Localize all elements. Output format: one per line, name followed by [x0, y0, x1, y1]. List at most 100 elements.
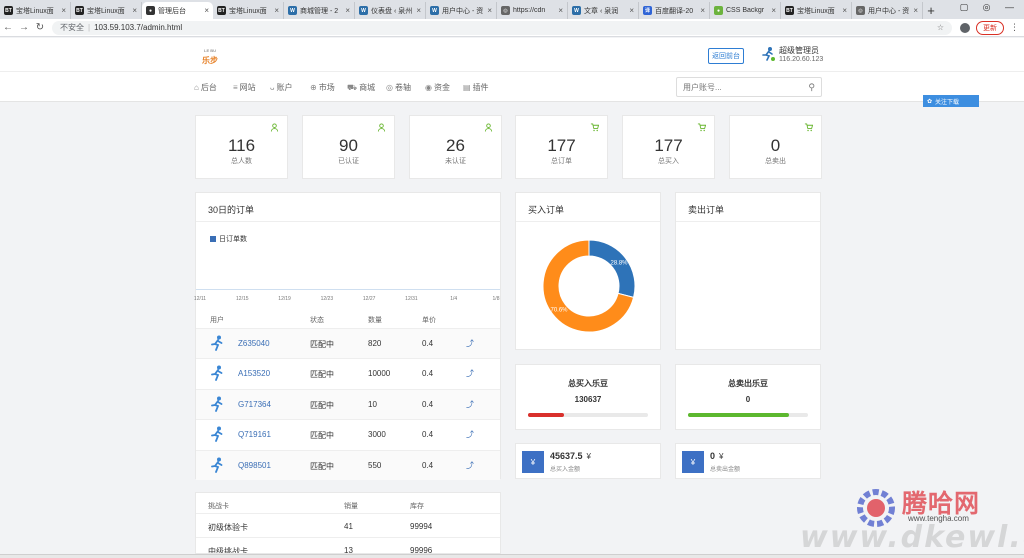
order-action-icon[interactable]: ⤴: [466, 368, 474, 379]
tab-title: 用户中心 - 资: [868, 7, 910, 15]
browser-tab[interactable]: ◎ 用户中心 - 资 ×: [852, 2, 923, 19]
table-row[interactable]: A153520 匹配中 10000 0.4 ⤴: [196, 358, 500, 388]
nav-item[interactable]: ◎ 卷轴: [386, 82, 411, 93]
tab-close-icon[interactable]: ×: [487, 6, 492, 15]
x-tick-label: 12/23: [320, 296, 334, 302]
browser-tab[interactable]: W 仪表盘 ‹ 泉州 ×: [355, 2, 426, 19]
order-action-icon[interactable]: ⤴: [466, 460, 474, 471]
user-search[interactable]: ⚲: [676, 77, 822, 97]
update-button[interactable]: 更新: [976, 20, 1004, 35]
back-icon[interactable]: ←: [0, 22, 16, 33]
order-user-link[interactable]: A153520: [238, 369, 270, 378]
tab-close-icon[interactable]: ×: [913, 6, 918, 15]
tab-favicon-icon: ◎: [501, 6, 510, 15]
challenge-row[interactable]: 初级体验卡 41 99994: [196, 513, 500, 537]
tab-close-icon[interactable]: ×: [132, 6, 137, 15]
menu-icon[interactable]: ⋮: [1010, 22, 1019, 33]
browser-tab[interactable]: ● CSS Backgr ×: [710, 2, 781, 19]
site-logo[interactable]: LE BU 乐步: [200, 46, 220, 66]
stat-value: 177: [654, 136, 683, 155]
tab-close-icon[interactable]: ×: [771, 6, 776, 15]
order-action-icon[interactable]: ⤴: [466, 399, 474, 410]
stat-label: 总人数: [231, 158, 252, 165]
tab-close-icon[interactable]: ×: [416, 6, 421, 15]
browser-tab[interactable]: ● 管理后台 ×: [142, 2, 213, 19]
cart-icon: [804, 123, 814, 134]
tab-close-icon[interactable]: ×: [558, 6, 563, 15]
order-user-link[interactable]: Z635040: [238, 339, 270, 348]
stat-card[interactable]: 0 总卖出: [729, 115, 822, 179]
x-tick-label: 12/15: [236, 296, 249, 302]
nav-item[interactable]: ⛟ 商城: [347, 82, 375, 93]
url-text[interactable]: 103.59.103.7/admin.html: [94, 23, 182, 32]
stat-card[interactable]: 177 总订单: [515, 115, 608, 179]
browser-tab[interactable]: W 用户中心 - 资 ×: [426, 2, 497, 19]
stat-card[interactable]: 90 已认证: [302, 115, 395, 179]
user-search-input[interactable]: [683, 82, 803, 92]
table-row[interactable]: Z635040 匹配中 820 0.4 ⤴: [196, 328, 500, 358]
tab-close-icon[interactable]: ×: [204, 6, 209, 15]
tab-close-icon[interactable]: ×: [345, 6, 350, 15]
col-card: 挑战卡: [208, 503, 229, 510]
stat-card[interactable]: 26 未认证: [409, 115, 502, 179]
browser-tab[interactable]: BT 宝塔Linux面 ×: [71, 2, 142, 19]
nav-icon: ◉: [425, 83, 432, 92]
browser-tab[interactable]: BT 宝塔Linux面 ×: [781, 2, 852, 19]
tab-close-icon[interactable]: ×: [842, 6, 847, 15]
nav-item[interactable]: ▤ 插件: [463, 82, 489, 93]
insecure-indicator[interactable]: 不安全: [60, 22, 84, 33]
table-row[interactable]: Q898501 匹配中 550 0.4 ⤴: [196, 449, 500, 480]
browser-tab[interactable]: W 商城管理 - 2 ×: [284, 2, 355, 19]
runner-icon: [210, 396, 224, 412]
bookmark-star-icon[interactable]: ☆: [937, 23, 944, 32]
tab-title: 管理后台: [158, 7, 186, 15]
tab-title: 商城管理 - 2: [300, 7, 339, 15]
nav-item[interactable]: ◉ 资金: [425, 82, 450, 93]
forward-icon[interactable]: →: [16, 22, 32, 33]
tab-favicon-icon: ●: [714, 6, 723, 15]
stat-card[interactable]: 116 总人数: [195, 115, 288, 179]
x-tick-label: 12/11: [193, 296, 207, 302]
browser-tab[interactable]: ◎ https://cdn ×: [497, 2, 568, 19]
tab-favicon-icon: ◎: [856, 6, 865, 15]
total-buy-card: 总买入乐豆 130637: [515, 364, 661, 430]
challenge-row[interactable]: 中级挑战卡 13 99996: [196, 537, 500, 553]
order-user-link[interactable]: Q719161: [238, 430, 271, 439]
tab-close-icon[interactable]: ×: [61, 6, 66, 15]
nav-item[interactable]: ⊕ 市场: [310, 82, 335, 93]
reload-icon[interactable]: ↻: [32, 22, 48, 33]
browser-tab[interactable]: 译百度翻译-20 ×: [639, 2, 710, 19]
x-tick-label: 12/19: [278, 296, 291, 302]
total-sell-progress: [688, 413, 808, 417]
tab-close-icon[interactable]: ×: [700, 6, 705, 15]
nav-item[interactable]: ≡ 网站: [233, 82, 256, 93]
stat-label: 未认证: [445, 158, 466, 165]
tab-close-icon[interactable]: ×: [629, 6, 634, 15]
table-row[interactable]: Q719161 匹配中 3000 0.4 ⤴: [196, 419, 500, 449]
browser-tab[interactable]: BT 宝塔Linux面 ×: [213, 2, 284, 19]
window-controls[interactable]: ▢ ◎ —: [960, 2, 1020, 13]
donut-slice-label: 28.8%: [610, 261, 628, 267]
order-user-link[interactable]: Q898501: [238, 461, 271, 470]
order-action-icon[interactable]: ⤴: [466, 429, 474, 440]
nav-item[interactable]: ᴗ 账户: [270, 82, 292, 93]
address-bar[interactable]: 不安全 | 103.59.103.7/admin.html ☆: [52, 20, 952, 35]
nav-item[interactable]: ⌂ 后台: [194, 82, 217, 93]
tab-favicon-icon: BT: [217, 6, 226, 15]
stat-card[interactable]: 177 总买入: [622, 115, 715, 179]
new-tab-icon[interactable]: +: [923, 2, 939, 19]
back-to-frontend-button[interactable]: 返回前台: [708, 48, 744, 64]
profile-icon[interactable]: [960, 22, 970, 33]
follow-download-button[interactable]: ✿ 关注下载: [923, 95, 979, 107]
admin-name[interactable]: 超级管理员: [779, 45, 819, 56]
table-row[interactable]: G717364 匹配中 10 0.4 ⤴: [196, 388, 500, 419]
tab-title: CSS Backgr: [726, 7, 765, 14]
tab-close-icon[interactable]: ×: [274, 6, 279, 15]
browser-tab[interactable]: BT 宝塔Linux面 ×: [0, 2, 71, 19]
search-icon[interactable]: ⚲: [808, 82, 815, 93]
donut-slice[interactable]: [588, 239, 636, 298]
order-action-icon[interactable]: ⤴: [466, 338, 474, 349]
order-user-link[interactable]: G717364: [238, 400, 271, 409]
browser-tab[interactable]: W 文章 ‹ 泉润 ×: [568, 2, 639, 19]
chart-legend[interactable]: 日订单数: [210, 234, 247, 244]
